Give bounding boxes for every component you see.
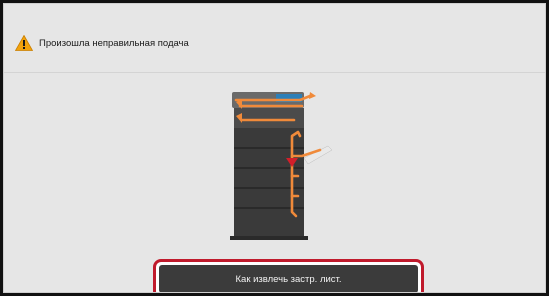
jam-removal-help-button[interactable]: Как извлечь застр. лист. bbox=[153, 259, 424, 292]
warning-icon bbox=[15, 35, 33, 51]
alert-message: Произошла неправильная подача bbox=[39, 37, 189, 49]
error-screen: Произошла неправильная подача Как извлеч… bbox=[3, 3, 546, 293]
divider bbox=[4, 72, 545, 73]
alert-header: Произошла неправильная подача bbox=[15, 34, 189, 52]
copier-paper-path-illustration bbox=[230, 92, 333, 240]
jam-removal-help-label: Как извлечь застр. лист. bbox=[159, 265, 418, 292]
